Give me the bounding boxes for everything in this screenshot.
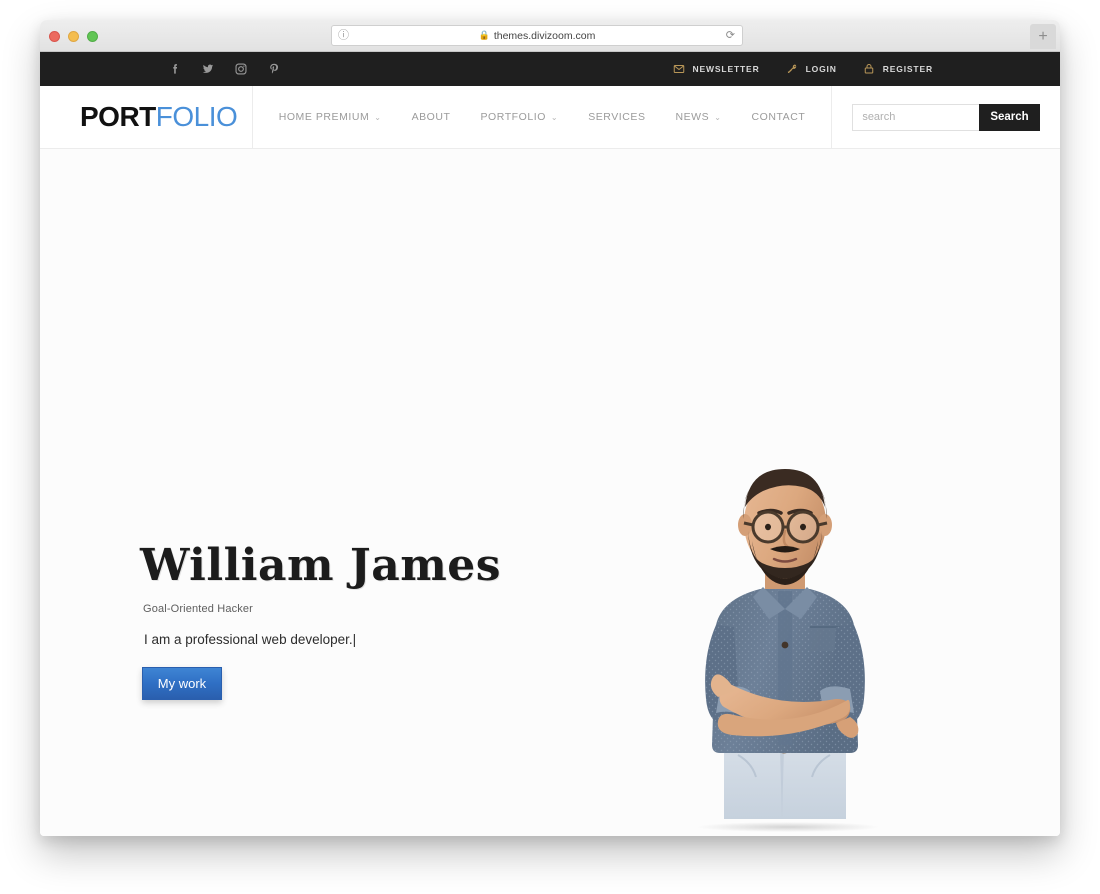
new-tab-button[interactable]: + — [1030, 24, 1056, 49]
logo-secondary-text: FOLIO — [155, 101, 238, 132]
typing-caret: | — [352, 632, 357, 647]
person-ground-shadow — [698, 822, 878, 832]
lock-icon — [863, 63, 875, 75]
facebook-icon[interactable] — [168, 62, 182, 76]
maximize-window-button[interactable] — [87, 30, 98, 42]
nav-label: ABOUT — [411, 111, 451, 123]
instagram-icon[interactable] — [234, 62, 248, 76]
window-traffic-lights — [49, 20, 98, 52]
search-form: Search — [852, 103, 1040, 131]
key-icon — [786, 63, 798, 75]
hero-subtitle: Goal-Oriented Hacker — [143, 603, 253, 615]
site-logo: PORTFOLIO — [80, 101, 238, 132]
chevron-down-icon: ⌄ — [374, 113, 382, 122]
nav-item-portfolio[interactable]: PORTFOLIO ⌄ — [480, 111, 558, 123]
social-links — [168, 62, 281, 76]
hero-text-block: William James Goal-Oriented Hacker I am … — [140, 544, 600, 700]
address-bar[interactable]: ⓘ 🔒 themes.divizoom.com ⟳ — [331, 25, 743, 46]
info-circle-icon[interactable]: ⓘ — [338, 30, 349, 41]
nav-label: SERVICES — [588, 111, 646, 123]
logo-primary-text: PORT — [80, 101, 156, 132]
nav-item-about[interactable]: ABOUT — [412, 111, 451, 123]
register-label: REGISTER — [882, 64, 933, 74]
site-top-bar: NEWSLETTER LOGIN REGISTER — [40, 52, 1060, 86]
nav-label: PORTFOLIO — [480, 111, 546, 123]
my-work-button[interactable]: My work — [142, 667, 222, 700]
nav-item-home-premium[interactable]: HOME PREMIUM ⌄ — [279, 111, 382, 123]
search-input[interactable] — [852, 103, 980, 131]
newsletter-label: NEWSLETTER — [692, 64, 760, 74]
nav-label: NEWS — [675, 111, 710, 123]
hero-typed-line: I am a professional web developer.| — [140, 632, 600, 647]
nav-label: HOME PREMIUM — [278, 111, 370, 123]
search-container: Search — [832, 86, 1060, 148]
newsletter-link[interactable]: NEWSLETTER — [673, 63, 760, 75]
nav-item-news[interactable]: NEWS ⌄ — [676, 111, 722, 123]
chevron-down-icon: ⌄ — [714, 113, 722, 122]
close-window-button[interactable] — [49, 30, 60, 42]
utility-links: NEWSLETTER LOGIN REGISTER — [673, 63, 934, 75]
search-button[interactable]: Search — [979, 103, 1040, 131]
hero-title: William James — [140, 540, 502, 591]
browser-titlebar: ⓘ 🔒 themes.divizoom.com ⟳ + — [40, 20, 1060, 52]
nav-label: CONTACT — [751, 111, 806, 123]
minimize-window-button[interactable] — [68, 30, 79, 42]
twitter-icon[interactable] — [201, 62, 215, 76]
register-link[interactable]: REGISTER — [863, 63, 933, 75]
url-text: themes.divizoom.com — [493, 29, 596, 42]
chevron-down-icon: ⌄ — [550, 113, 559, 122]
reload-icon[interactable]: ⟳ — [726, 30, 735, 41]
nav-item-services[interactable]: SERVICES — [588, 111, 645, 123]
envelope-icon — [673, 63, 685, 75]
login-label: LOGIN — [805, 64, 837, 74]
hero-section: William James Goal-Oriented Hacker I am … — [40, 149, 1060, 836]
nav-item-contact[interactable]: CONTACT — [751, 111, 805, 123]
hero-person-image — [660, 449, 910, 832]
logo-container[interactable]: PORTFOLIO — [40, 86, 253, 148]
pinterest-icon[interactable] — [267, 62, 281, 76]
hero-typed-text: I am a professional web developer. — [144, 632, 353, 647]
site-header: PORTFOLIO HOME PREMIUM ⌄ ABOUT PORTFOLIO… — [40, 86, 1060, 149]
browser-window: ⓘ 🔒 themes.divizoom.com ⟳ + NEWSLETTER L… — [40, 20, 1060, 836]
person-illustration — [705, 469, 865, 819]
lock-icon: 🔒 — [478, 30, 490, 40]
login-link[interactable]: LOGIN — [786, 63, 837, 75]
main-navigation: HOME PREMIUM ⌄ ABOUT PORTFOLIO ⌄ SERVICE… — [253, 86, 832, 148]
